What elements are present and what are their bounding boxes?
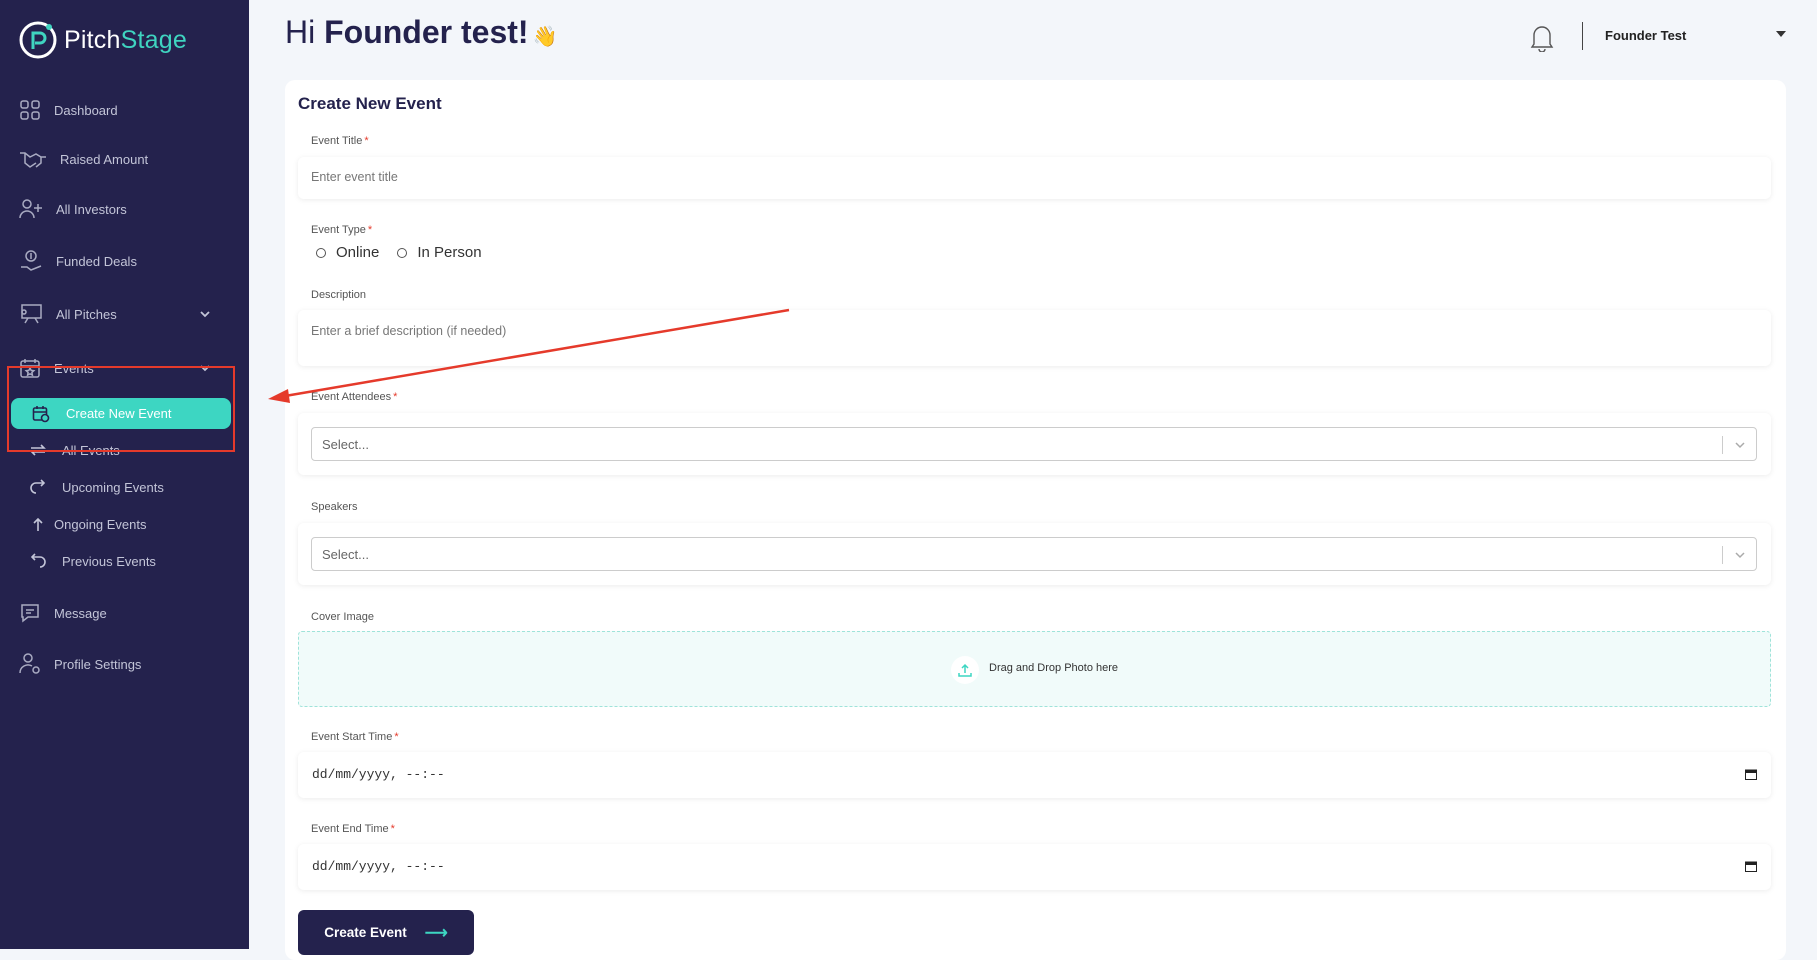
undo-icon: [28, 553, 48, 569]
event-attendees-select[interactable]: Select...: [311, 427, 1757, 461]
sidebar-subitem-label: Upcoming Events: [62, 479, 164, 495]
sidebar-item-message[interactable]: Message: [18, 599, 107, 627]
user-menu-name[interactable]: Founder Test: [1605, 28, 1686, 43]
sidebar-item-all-investors[interactable]: All Investors: [18, 195, 127, 223]
sidebar-item-all-pitches[interactable]: All Pitches: [18, 300, 117, 328]
description-placeholder: Enter a brief description (if needed): [311, 324, 507, 338]
event-end-label: Event End Time *: [311, 823, 395, 835]
investors-icon: [18, 197, 44, 221]
arrow-up-icon: [28, 516, 48, 532]
radio-in-person[interactable]: [397, 247, 408, 258]
chevron-down-icon[interactable]: [198, 307, 212, 321]
chevron-down-icon[interactable]: [1733, 438, 1747, 452]
speakers-select[interactable]: Select...: [311, 537, 1757, 571]
arrow-right-icon: ⟶: [424, 924, 448, 942]
page-greeting: Hi Founder test! 👋: [285, 14, 557, 51]
radio-online-label[interactable]: Online: [336, 244, 379, 261]
sidebar-subitem-label: Ongoing Events: [54, 516, 147, 532]
event-start-field[interactable]: dd/mm/yyyy, --:--: [298, 752, 1771, 798]
sidebar-item-label: All Investors: [56, 201, 127, 217]
calendar-icon[interactable]: [1745, 861, 1757, 872]
speakers-label: Speakers: [311, 501, 358, 513]
chevron-down-icon[interactable]: [1733, 548, 1747, 562]
dropzone-text: Drag and Drop Photo here: [989, 662, 1119, 674]
sidebar-subitem-upcoming-events[interactable]: Upcoming Events: [28, 475, 164, 499]
description-label: Description: [311, 289, 367, 301]
handshake-icon: [18, 147, 48, 171]
radio-in-person-label[interactable]: In Person: [417, 244, 481, 261]
event-attendees-wrapper: Select...: [298, 413, 1771, 475]
sidebar-item-raised-amount[interactable]: Raised Amount: [18, 145, 148, 173]
calendar-icon[interactable]: [1745, 769, 1757, 780]
event-start-value: dd/mm/yyyy, --:--: [312, 767, 445, 782]
pitchstage-logo-icon: [19, 21, 57, 59]
event-title-placeholder: Enter event title: [311, 170, 398, 184]
event-title-field[interactable]: Enter event title: [298, 157, 1771, 199]
select-placeholder: Select...: [322, 547, 369, 562]
user-gear-icon: [18, 652, 42, 676]
create-event-card: [285, 80, 1786, 960]
speakers-wrapper: Select...: [298, 523, 1771, 585]
sidebar-subitem-label: Create New Event: [66, 406, 172, 421]
create-event-button[interactable]: Create Event ⟶: [298, 910, 474, 955]
greeting-prefix: Hi: [285, 14, 316, 50]
sidebar-item-label: Raised Amount: [60, 151, 149, 167]
event-end-field[interactable]: dd/mm/yyyy, --:--: [298, 844, 1771, 890]
cover-image-label: Cover Image: [311, 611, 374, 623]
calendar-add-icon: [30, 405, 52, 423]
brand-logo[interactable]: PitchStage: [18, 18, 187, 62]
description-field[interactable]: Enter a brief description (if needed): [298, 310, 1771, 366]
message-icon: [18, 601, 42, 625]
event-type-label: Event Type *: [311, 224, 373, 236]
sidebar-item-dashboard[interactable]: Dashboard: [18, 96, 118, 124]
brand-name: PitchStage: [64, 25, 187, 54]
grid-icon: [18, 98, 42, 122]
greeting-name: Founder test!: [324, 14, 529, 50]
sidebar-item-label: Profile Settings: [54, 656, 142, 672]
calendar-star-icon: [18, 356, 42, 380]
sidebar-item-label: Dashboard: [54, 102, 118, 118]
event-attendees-label: Event Attendees *: [311, 391, 398, 403]
event-start-label: Event Start Time *: [311, 731, 399, 743]
chevron-down-icon[interactable]: [198, 361, 212, 375]
form-title: Create New Event: [298, 94, 442, 113]
sidebar-item-funded-deals[interactable]: Funded Deals: [18, 247, 137, 275]
create-event-button-label: Create Event: [324, 925, 407, 940]
sidebar-item-profile-settings[interactable]: Profile Settings: [18, 650, 141, 678]
sidebar-item-events[interactable]: Events: [18, 354, 94, 382]
redo-icon: [28, 479, 48, 495]
caret-down-icon[interactable]: [1776, 31, 1786, 37]
select-separator: [1722, 436, 1723, 454]
select-placeholder: Select...: [322, 437, 369, 452]
upload-icon: [951, 656, 979, 684]
radio-online[interactable]: [316, 247, 326, 258]
cover-image-dropzone[interactable]: Drag and Drop Photo here: [298, 631, 1771, 707]
sidebar: PitchStage Dashboard Raised Amount All I…: [0, 0, 249, 949]
sidebar-subitem-ongoing-events[interactable]: Ongoing Events: [28, 512, 147, 536]
header-divider: [1582, 22, 1583, 50]
sidebar-subitem-all-events[interactable]: All Events: [28, 438, 120, 462]
sidebar-subitem-label: All Events: [62, 442, 120, 458]
sidebar-item-label: Funded Deals: [56, 253, 137, 269]
event-type-radios: Online In Person: [316, 244, 482, 261]
sidebar-subitem-label: Previous Events: [62, 553, 156, 569]
sidebar-subitem-previous-events[interactable]: Previous Events: [28, 549, 156, 573]
swap-arrows-icon: [28, 442, 48, 458]
sidebar-item-label: All Pitches: [56, 306, 117, 322]
wave-emoji-icon: 👋: [532, 26, 558, 48]
sidebar-subitem-create-new-event[interactable]: Create New Event: [11, 398, 231, 429]
sidebar-item-label: Message: [54, 605, 107, 621]
bell-icon[interactable]: [1528, 22, 1556, 53]
presentation-icon: [18, 302, 44, 326]
sidebar-item-label: Events: [54, 360, 94, 376]
select-separator: [1722, 546, 1723, 564]
event-end-value: dd/mm/yyyy, --:--: [312, 859, 445, 874]
money-hand-icon: [18, 249, 44, 273]
event-title-label: Event Title *: [311, 135, 369, 147]
